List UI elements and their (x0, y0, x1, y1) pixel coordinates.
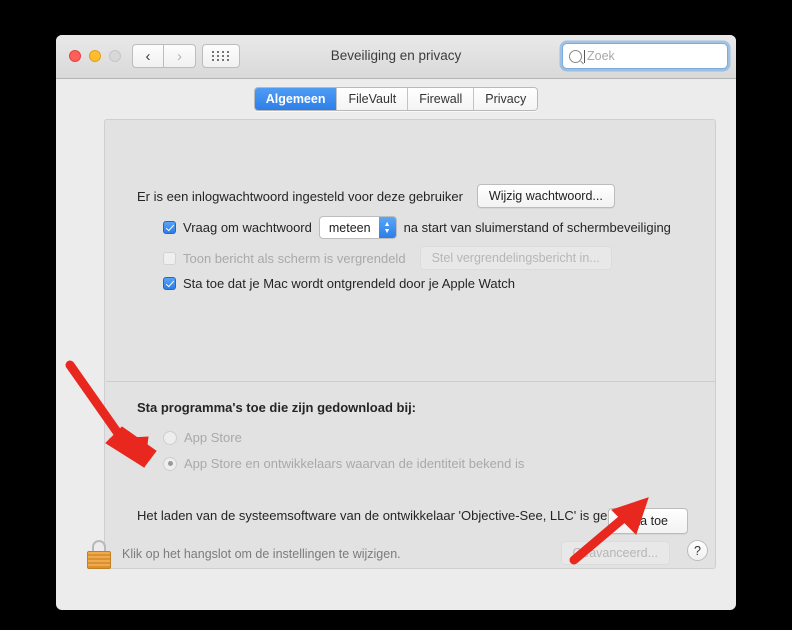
show-lock-message-label: Toon bericht als scherm is vergrendeld (183, 250, 406, 266)
help-button[interactable]: ? (687, 540, 708, 561)
appstore-identified-radio (163, 456, 177, 471)
tab-algemeen[interactable]: Algemeen (254, 88, 337, 110)
require-password-row: Vraag om wachtwoord meteen ▲ ▼ na start v… (163, 216, 671, 239)
password-status-label: Er is een inlogwachtwoord ingesteld voor… (137, 188, 463, 204)
show-lock-message-row: Toon bericht als scherm is vergrendeld S… (163, 246, 612, 270)
password-status-row: Er is een inlogwachtwoord ingesteld voor… (137, 184, 615, 208)
search-icon (569, 49, 582, 63)
show-lock-message-checkbox (163, 251, 176, 265)
text-cursor (584, 49, 585, 63)
search-field[interactable]: Zoek (562, 43, 728, 69)
lock-message-label: Klik op het hangslot om de instellingen … (122, 547, 401, 561)
general-pane: Er is een inlogwachtwoord ingesteld voor… (104, 119, 716, 569)
preferences-lock-button[interactable] (86, 540, 112, 570)
lock-body (87, 551, 111, 569)
apple-watch-unlock-row: Sta toe dat je Mac wordt ontgrendeld doo… (163, 276, 515, 291)
appstore-radio-label: App Store (184, 430, 242, 445)
tab-bar: Algemeen FileVault Firewall Privacy (56, 79, 736, 119)
apple-watch-unlock-checkbox[interactable] (163, 277, 176, 290)
allow-blocked-software-button[interactable]: Sta toe (608, 508, 688, 534)
download-option-appstore-identified: App Store en ontwikkelaars waarvan de id… (163, 456, 524, 471)
change-password-button[interactable]: Wijzig wachtwoord... (476, 184, 615, 208)
require-password-prefix-label: Vraag om wachtwoord (183, 220, 312, 235)
password-delay-popup[interactable]: meteen ▲ ▼ (318, 216, 397, 239)
password-delay-value: meteen (328, 220, 371, 235)
require-password-checkbox[interactable] (163, 221, 176, 234)
chevron-updown-icon: ▲ ▼ (378, 217, 396, 238)
tab-privacy[interactable]: Privacy (473, 88, 538, 110)
appstore-identified-radio-label: App Store en ontwikkelaars waarvan de id… (184, 456, 525, 471)
download-section-heading-row: Sta programma's toe die zijn gedownload … (137, 400, 416, 415)
apple-watch-unlock-label: Sta toe dat je Mac wordt ontgrendeld doo… (183, 276, 515, 291)
tab-firewall[interactable]: Firewall (407, 88, 474, 110)
tab-group: Algemeen FileVault Firewall Privacy (253, 87, 539, 111)
download-option-appstore: App Store (163, 430, 242, 445)
section-divider (106, 381, 716, 382)
blocked-software-message: Het laden van de systeemsoftware van de … (137, 508, 668, 523)
require-password-suffix-label: na start van sluimerstand of schermbevei… (403, 220, 671, 235)
download-section-heading: Sta programma's toe die zijn gedownload … (137, 400, 417, 415)
window-titlebar: ‹ › Beveiliging en privacy Zoek (56, 35, 736, 79)
appstore-radio (163, 430, 177, 445)
tab-filevault[interactable]: FileVault (336, 88, 408, 110)
system-preferences-window: ‹ › Beveiliging en privacy Zoek Algemeen… (56, 35, 736, 610)
search-placeholder: Zoek (587, 49, 615, 63)
set-lock-message-button: Stel vergrendelingsbericht in... (419, 246, 612, 270)
advanced-button: Geavanceerd... (560, 541, 670, 565)
